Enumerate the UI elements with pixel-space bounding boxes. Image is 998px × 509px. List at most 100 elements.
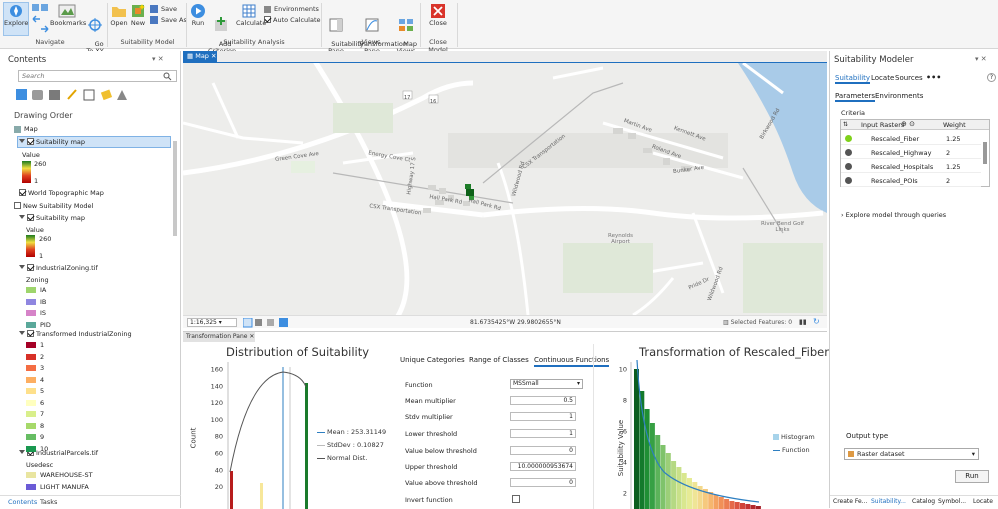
more-options-icon[interactable]: ••• (926, 73, 941, 82)
calculate-button[interactable]: Calculate (236, 3, 266, 27)
hist-bar (740, 503, 745, 509)
folder-icon (112, 7, 126, 17)
mean-multiplier-input[interactable]: 0.5 (510, 396, 576, 405)
explore-button[interactable]: Explore (3, 2, 29, 36)
tab-locate-bottom[interactable]: Locate (973, 498, 993, 505)
tab-symbology[interactable]: Symbol... (938, 498, 966, 505)
value-below-threshold-input[interactable]: 0 (510, 446, 576, 455)
open-button[interactable]: Open (110, 3, 128, 27)
upper-threshold-input[interactable]: 10.000000953674 (510, 462, 576, 471)
industrial-zoning-node[interactable]: IndustrialZoning.tif (19, 264, 98, 272)
legend-swatch (26, 483, 36, 490)
function-select[interactable]: MSSmall ▾ (510, 379, 583, 389)
save-as-button[interactable]: Save As (150, 16, 187, 24)
tab-locate[interactable]: Locate (871, 74, 894, 82)
criteria-row[interactable]: Rescaled_Highway 2 (841, 146, 981, 159)
hist-bar (676, 467, 682, 509)
criteria-table: ⇅ Input Rasters ⊕ ⊙ Weight Rescaled_Fibe… (840, 119, 990, 187)
hist-bar (750, 505, 756, 509)
explore-queries[interactable]: › Explore model through queries (841, 211, 946, 219)
new-model-icon (132, 4, 145, 17)
invert-function-checkbox[interactable] (512, 495, 520, 503)
add-raster-icon[interactable]: ⊕ ⊙ (901, 120, 915, 128)
transformation-tab[interactable]: Transformation Pane ✕ (183, 332, 255, 342)
environments-button[interactable]: Environments (264, 5, 319, 13)
save-button[interactable]: Save (150, 5, 177, 13)
tab-sources[interactable]: Sources (895, 74, 923, 82)
criteria-row[interactable]: Rescaled_Fiber 1.25 (841, 132, 981, 145)
map-tab[interactable]: ▦ Map ✕ (183, 51, 217, 62)
tab-catalog[interactable]: Catalog (912, 498, 935, 505)
criteria-scrollbar[interactable] (983, 142, 987, 164)
status-dot-icon (845, 177, 852, 184)
criteria-weight: 1.25 (946, 163, 961, 171)
calculate-icon (242, 4, 256, 18)
tab-create-features[interactable]: Create Fe... (833, 498, 867, 505)
transformation-title: Transformation of Rescaled_Fiber (639, 345, 829, 359)
count-axis-label: Count (189, 427, 198, 449)
y-tick-label: 100 (211, 416, 223, 424)
output-type-select[interactable]: Raster dataset ▾ (844, 448, 979, 460)
status-dot-icon (845, 135, 852, 142)
search-input[interactable] (18, 70, 177, 82)
tab-contents[interactable]: Contents (8, 498, 37, 506)
help-icon[interactable]: ? (987, 73, 996, 82)
world-topo-node[interactable]: World Topographic Map (19, 189, 104, 197)
tab-suitability-modeler[interactable]: Suitability... (871, 498, 906, 505)
subtab-environments[interactable]: Environments (875, 92, 923, 100)
open-label: Open (110, 19, 128, 27)
zoom-nav-icons[interactable] (31, 3, 49, 33)
legend-std-text: StdDev : 0.10827 (327, 441, 384, 449)
transformed-item: 8 (26, 422, 44, 430)
value-above-threshold-input[interactable]: 0 (510, 478, 576, 487)
transformed-node[interactable]: Transformed IndustrialZoning (19, 330, 132, 338)
group-separator (107, 3, 108, 47)
subtab-parameters[interactable]: Parameters (835, 92, 876, 102)
pane-options-icons[interactable]: ▾ ✕ (152, 55, 164, 63)
splitter[interactable] (593, 344, 594, 509)
map-node[interactable]: Map (14, 125, 38, 133)
stdv-multiplier-input[interactable]: 1 (510, 412, 576, 421)
add-remove-icons[interactable]: ⇅ (843, 121, 848, 128)
auto-calculate-checkbox[interactable]: Auto Calculate (264, 16, 321, 24)
tab-unique-categories[interactable]: Unique Categories (400, 356, 465, 364)
suitability-map2-node[interactable]: Suitability map (19, 214, 85, 222)
status-dot-icon (845, 163, 852, 170)
map-tools-icons[interactable] (243, 318, 291, 328)
pause-button[interactable]: ▮▮ (799, 318, 807, 326)
pane-options-icons[interactable]: ▾ ✕ (975, 55, 987, 63)
run-model-button[interactable]: Run (955, 470, 989, 483)
criteria-row[interactable]: Rescaled_Hospitals 1.25 (841, 160, 981, 173)
contents-pane: Contents ▾ ✕ Drawing Order Map Suitabili… (0, 51, 181, 508)
suitability-map-node[interactable]: Suitability map (19, 138, 85, 146)
checkbox-icon (264, 16, 271, 23)
bookmarks-button[interactable]: Bookmarks (50, 3, 86, 27)
tab-continuous-functions[interactable]: Continuous Functions (534, 356, 610, 367)
lower-threshold-input[interactable]: 1 (510, 429, 576, 438)
map-view[interactable]: ▦ Map ✕ 17 16 Green Cove Ave Energy Cove… (183, 51, 827, 328)
map-status-bar: 1:16,325 ▾ 81.6735425°W 29.9802655°N ▥ S… (183, 315, 827, 328)
search-field[interactable] (19, 71, 159, 81)
legend-swatch (26, 342, 36, 348)
zoning-item: PID (26, 321, 51, 329)
hist-bar (687, 478, 692, 509)
transformation-chart: 108642 (619, 359, 761, 509)
contents-scrollbar[interactable] (173, 141, 177, 236)
close-model-button[interactable]: Close (428, 3, 448, 27)
legend-label: 3 (40, 364, 45, 372)
legend-mean-text: Mean : 253.31149 (327, 428, 387, 436)
legend-label: 4 (40, 375, 45, 384)
bookmarks-icon (58, 4, 76, 18)
legend-std: StdDev : 0.10827 (317, 441, 384, 449)
environments-icon (264, 5, 271, 13)
tab-range-of-classes[interactable]: Range of Classes (469, 356, 529, 364)
criteria-row[interactable]: Rescaled_POIs 2 (841, 174, 981, 187)
contents-toolbar-icons[interactable] (16, 88, 131, 102)
tab-suitability[interactable]: Suitability (835, 74, 871, 84)
refresh-icon[interactable]: ↻ (813, 317, 820, 326)
run-button[interactable]: Run (189, 3, 207, 27)
tab-tasks[interactable]: Tasks (40, 498, 57, 506)
new-model-node[interactable]: New Suitability Model (14, 202, 93, 210)
new-button[interactable]: New (129, 3, 147, 27)
scale-select[interactable]: 1:16,325 ▾ (187, 318, 237, 327)
